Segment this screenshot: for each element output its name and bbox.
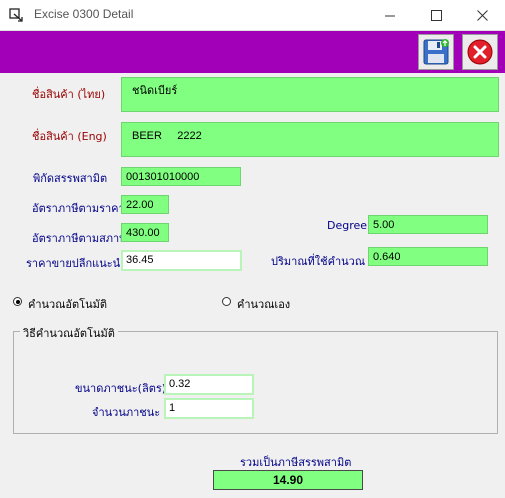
total-excise-value: 14.90 <box>213 470 363 490</box>
close-window-button[interactable] <box>459 0 505 30</box>
container-size-input[interactable]: 0.32 <box>164 374 254 395</box>
degree-label: Degree <box>327 219 368 232</box>
auto-calc-group-title: วิธีคำนวณอัตโนมัติ <box>20 324 118 342</box>
excise-code-label: พิกัดสรรพสามิต <box>33 172 108 185</box>
container-size-label: ขนาดภาชนะ(ลิตร) <box>75 382 167 395</box>
container-count-label: จำนวนภาชนะ <box>92 406 161 419</box>
maximize-button[interactable] <box>413 0 459 30</box>
auto-calc-label[interactable]: คำนวณอัตโนมัติ <box>28 295 107 313</box>
floppy-save-icon <box>423 39 449 65</box>
save-button[interactable] <box>418 34 454 70</box>
rate-by-volume-label: อัตราภาษีตามสภาพ <box>32 232 127 245</box>
auto-calc-radio[interactable] <box>13 297 22 306</box>
window-title: Excise 0300 Detail <box>34 7 134 21</box>
product-name-en-field[interactable]: BEER 2222 <box>121 122 499 157</box>
excise-code-field[interactable]: 001301010000 <box>121 167 241 186</box>
toolbar <box>0 31 505 73</box>
total-excise-label: รวมเป็นภาษีสรรพสามิต <box>240 456 352 469</box>
retail-price-input[interactable]: 36.45 <box>121 250 242 271</box>
calc-quantity-field[interactable]: 0.640 <box>368 247 488 266</box>
minimize-button[interactable] <box>367 0 413 30</box>
product-name-th-label: ชื่อสินค้า (ไทย) <box>32 88 106 101</box>
manual-calc-radio[interactable] <box>222 297 231 306</box>
app-icon <box>9 8 24 22</box>
manual-calc-label[interactable]: คำนวณเอง <box>237 295 290 313</box>
maximize-icon <box>430 9 442 21</box>
cancel-button[interactable] <box>462 34 498 70</box>
close-icon <box>476 9 488 21</box>
rate-by-volume-field[interactable]: 430.00 <box>121 223 169 242</box>
calc-quantity-label: ปริมาณที่ใช้คำนวณ <box>271 255 366 268</box>
retail-price-label: ราคาขายปลีกแนะนำ <box>26 257 127 270</box>
rate-by-price-label: อัตราภาษีตามราคา <box>32 202 125 215</box>
minimize-icon <box>384 15 395 16</box>
container-count-input[interactable]: 1 <box>164 398 254 419</box>
product-name-th-field[interactable]: ชนิดเบียร์ <box>121 77 499 112</box>
red-x-icon <box>467 39 493 65</box>
title-bar: Excise 0300 Detail <box>0 0 505 31</box>
product-name-en-label: ชื่อสินค้า (Eng) <box>32 130 107 143</box>
rate-by-price-field[interactable]: 22.00 <box>121 195 169 214</box>
degree-field[interactable]: 5.00 <box>368 215 488 234</box>
